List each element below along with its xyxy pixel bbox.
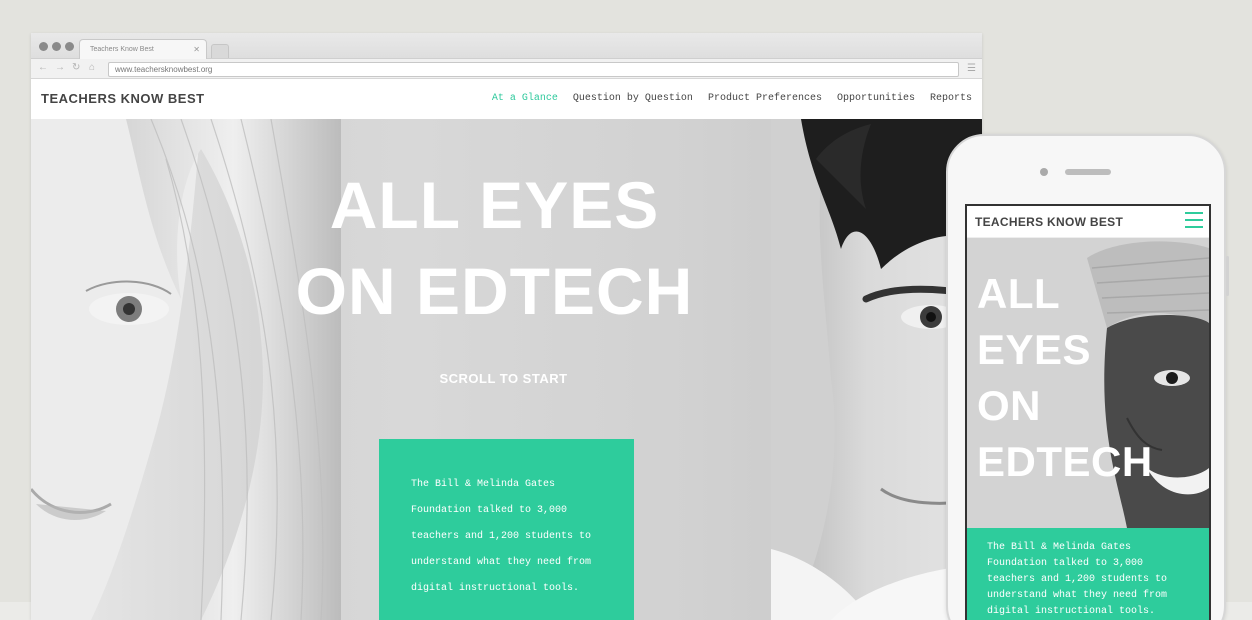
new-tab-button[interactable] xyxy=(211,44,229,58)
window-maximize-dot[interactable] xyxy=(65,42,74,51)
browser-tab[interactable]: Teachers Know Best ✕ xyxy=(79,39,207,60)
browser-toolbar: ← → ↻ ⌂ www.teachersknowbest.org ☰ xyxy=(31,59,982,79)
mobile-screen: TEACHERS KNOW BEST ALL EYES ON EDTECH Th… xyxy=(965,204,1211,620)
nav-item-question-by-question[interactable]: Question by Question xyxy=(573,93,693,104)
reload-icon[interactable]: ↻ xyxy=(72,62,80,74)
mobile-device: TEACHERS KNOW BEST ALL EYES ON EDTECH Th… xyxy=(946,134,1229,620)
nav-item-product-preferences[interactable]: Product Preferences xyxy=(708,93,822,104)
mobile-hero: ALL EYES ON EDTECH xyxy=(967,238,1209,528)
back-arrow-icon[interactable]: ← xyxy=(38,62,48,74)
window-minimize-dot[interactable] xyxy=(52,42,61,51)
phone-camera xyxy=(1040,168,1048,176)
hero-section: ALL EYES ON EDTECH SCROLL TO START The B… xyxy=(31,119,982,620)
nav-item-at-a-glance[interactable]: At a Glance xyxy=(492,93,558,104)
phone-side-button xyxy=(1226,256,1229,296)
window-close-dot[interactable] xyxy=(39,42,48,51)
site-logo[interactable]: TEACHERS KNOW BEST xyxy=(41,91,205,106)
mobile-hero-title: ALL EYES ON EDTECH xyxy=(977,266,1153,490)
browser-tab-title: Teachers Know Best xyxy=(90,46,154,53)
mobile-intro-card: The Bill & Melinda Gates Foundation talk… xyxy=(967,528,1209,620)
home-icon[interactable]: ⌂ xyxy=(89,62,95,74)
site-header: TEACHERS KNOW BEST At a Glance Question … xyxy=(31,79,982,118)
hamburger-menu-icon[interactable] xyxy=(1185,212,1203,229)
phone-speaker xyxy=(1065,169,1111,175)
nav-item-opportunities[interactable]: Opportunities xyxy=(837,93,915,104)
browser-tab-bar: Teachers Know Best ✕ xyxy=(31,33,982,60)
mobile-hero-line-4: EDTECH xyxy=(977,438,1153,485)
address-bar[interactable]: www.teachersknowbest.org xyxy=(108,62,959,77)
intro-text: The Bill & Melinda Gates Foundation talk… xyxy=(411,479,592,594)
mobile-hero-line-1: ALL xyxy=(977,270,1061,317)
hero-title-line-1: ALL EYES xyxy=(329,168,660,242)
mobile-header: TEACHERS KNOW BEST xyxy=(967,206,1209,238)
mobile-hero-line-2: EYES xyxy=(977,326,1092,373)
forward-arrow-icon[interactable]: → xyxy=(55,62,65,74)
desktop-browser-window: Teachers Know Best ✕ ← → ↻ ⌂ www.teacher… xyxy=(31,33,982,620)
mobile-intro-text: The Bill & Melinda Gates Foundation talk… xyxy=(987,542,1168,617)
mobile-site-logo[interactable]: TEACHERS KNOW BEST xyxy=(975,215,1123,229)
nav-item-reports[interactable]: Reports xyxy=(930,93,972,104)
mobile-hero-line-3: ON xyxy=(977,382,1041,429)
menu-icon[interactable]: ☰ xyxy=(967,63,976,74)
url-text: www.teachersknowbest.org xyxy=(115,65,213,74)
scroll-to-start-link[interactable]: SCROLL TO START xyxy=(31,371,979,386)
intro-card: The Bill & Melinda Gates Foundation talk… xyxy=(379,439,634,620)
hero-title-line-2: ON EDTECH xyxy=(295,254,694,328)
main-nav: At a Glance Question by Question Product… xyxy=(492,93,972,104)
tab-close-icon[interactable]: ✕ xyxy=(193,45,200,54)
